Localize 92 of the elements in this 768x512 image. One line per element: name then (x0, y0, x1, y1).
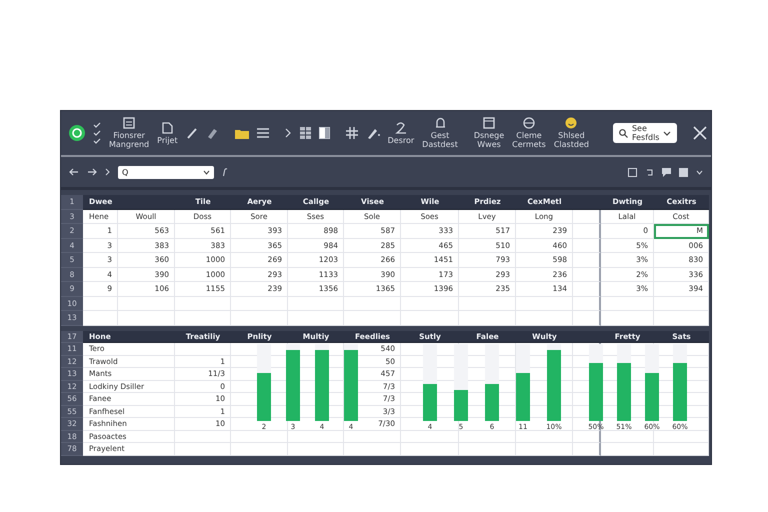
table-cell (654, 430, 709, 443)
table-cell (83, 296, 118, 311)
globe-icon (523, 117, 535, 129)
pencil-icon[interactable] (186, 127, 198, 139)
table-cell (288, 296, 344, 311)
chevron-down-icon (663, 130, 672, 136)
table-cell (516, 296, 573, 311)
chevron-right-icon[interactable] (105, 168, 110, 176)
panel-icon[interactable] (318, 127, 330, 139)
table-cell (288, 430, 344, 443)
table-cell (459, 418, 516, 430)
chevron-down-icon (203, 170, 210, 174)
pen-icon[interactable] (366, 127, 380, 139)
toolbar-button[interactable]: Cleme Cermets (512, 117, 546, 149)
search-icon (618, 128, 628, 138)
table-cell (573, 443, 601, 456)
chevron-down-icon[interactable] (696, 170, 703, 174)
toolbar-button[interactable]: Shlsed Clastded (554, 117, 589, 149)
table-icon[interactable] (679, 168, 688, 176)
table-cell (231, 296, 288, 311)
table-cell (573, 430, 601, 443)
forward-arrow-icon[interactable] (87, 168, 97, 176)
comment-icon[interactable] (662, 168, 671, 176)
table-cell (118, 296, 175, 311)
table-cell (573, 296, 601, 311)
table-cell (601, 296, 654, 311)
name-box[interactable]: Q (118, 166, 214, 178)
table-cell (231, 443, 288, 456)
table-cell (573, 268, 601, 282)
table-cell (401, 443, 459, 456)
table-cell (654, 296, 709, 311)
eraser-icon[interactable] (206, 127, 219, 139)
back-arrow-icon[interactable] (69, 168, 79, 176)
table-cell (459, 296, 516, 311)
table-cell (288, 443, 344, 456)
toolbar-button[interactable]: Dsnege Wwes (474, 117, 504, 149)
script-icon (394, 122, 407, 134)
table-cell (118, 311, 175, 326)
table-cell (175, 443, 231, 456)
window-icon (483, 117, 495, 129)
search-field[interactable]: See Fesfdls (612, 123, 678, 143)
table-cell (175, 430, 231, 443)
table-cell (288, 311, 344, 326)
table-cell (231, 311, 288, 326)
table-cell (654, 443, 709, 456)
list-icon[interactable] (256, 128, 269, 138)
table-cell (459, 430, 516, 443)
grid-icon[interactable] (346, 127, 358, 139)
table-cell (601, 430, 654, 443)
table-cell (344, 296, 401, 311)
table-cell (401, 430, 459, 443)
table-icon[interactable] (300, 127, 311, 139)
toolbar-button[interactable]: Fionsrer Mangrend (109, 117, 150, 149)
table-cell (401, 296, 459, 311)
table-cell (175, 343, 231, 356)
table-cell (175, 311, 231, 326)
smiley-icon (565, 117, 578, 129)
table-cell (231, 430, 288, 443)
table-cell (601, 443, 654, 456)
table-cell (83, 311, 118, 326)
table-cell (516, 311, 573, 326)
table-cell (654, 311, 709, 326)
table-cell (175, 296, 231, 311)
table-cell (573, 210, 601, 224)
table-cell (573, 282, 601, 296)
table-cell (573, 238, 601, 253)
function-icon[interactable] (222, 168, 228, 176)
close-icon[interactable] (693, 126, 708, 140)
app-logo-icon[interactable] (69, 125, 85, 141)
table-cell (601, 311, 654, 326)
table-cell (573, 224, 601, 238)
page-icon (162, 122, 173, 134)
table-cell (516, 443, 573, 456)
table-cell (401, 311, 459, 326)
chevron-right-icon[interactable] (284, 128, 292, 138)
folder-icon[interactable] (234, 128, 249, 138)
table-cell (573, 253, 601, 268)
bell-icon (434, 117, 446, 129)
toolbar-button[interactable]: Desror (388, 122, 414, 144)
undo-icon[interactable] (645, 168, 654, 176)
check-list-icon (93, 122, 101, 144)
document-icon (123, 117, 136, 129)
table-cell (459, 311, 516, 326)
table-cell (344, 311, 401, 326)
table-cell (516, 430, 573, 443)
table-cell (459, 443, 516, 456)
table-cell (231, 418, 288, 430)
table-cell (573, 311, 601, 326)
table-cell (344, 443, 401, 456)
toolbar-button[interactable]: Gest Dastdest (422, 117, 458, 149)
toolbar-button[interactable]: Prijet (157, 122, 178, 144)
window-icon[interactable] (628, 168, 637, 176)
